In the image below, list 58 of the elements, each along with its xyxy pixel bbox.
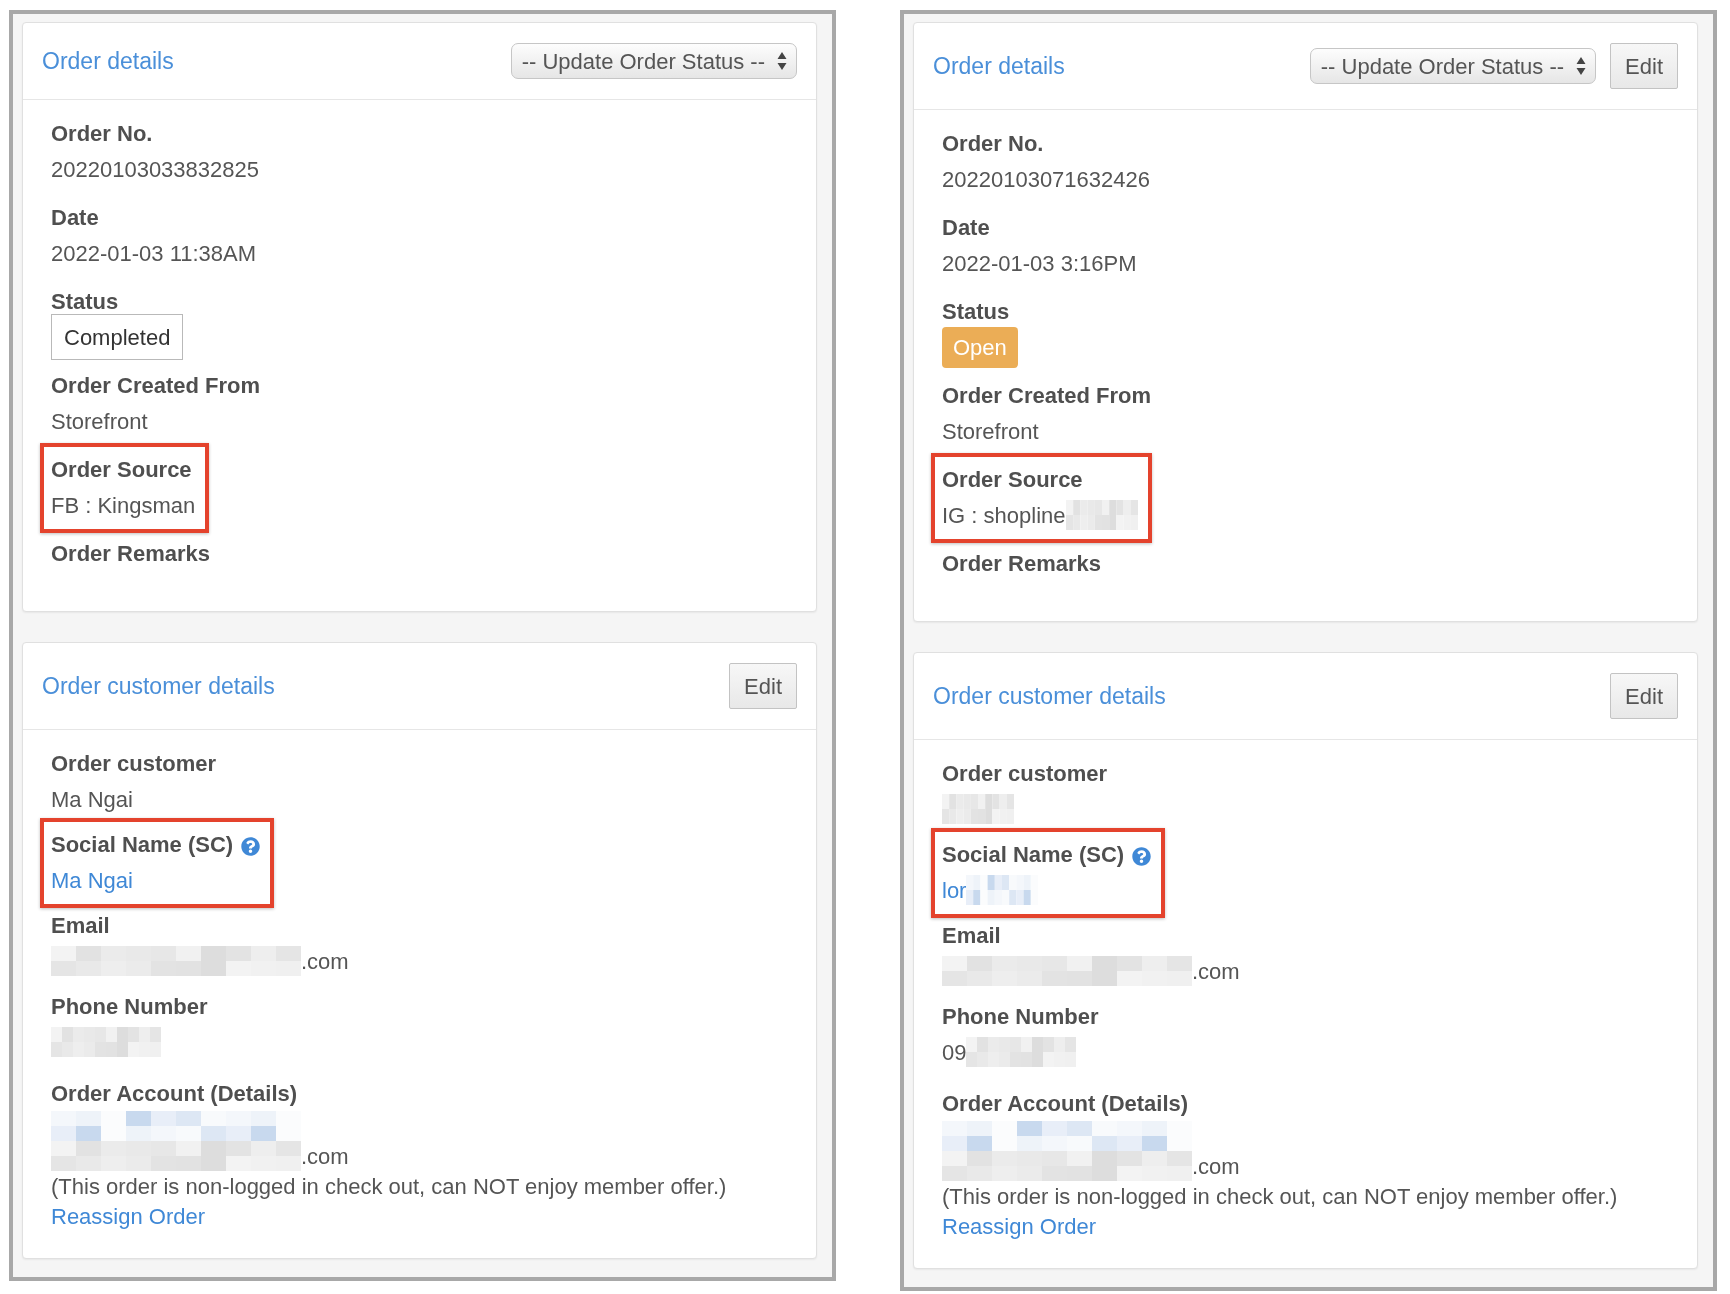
text-link[interactable]: Reassign Order xyxy=(942,1209,1097,1243)
field-value: FB : Kingsman xyxy=(51,491,196,520)
field-value: .com xyxy=(1192,1152,1240,1181)
card-title: Order customer details xyxy=(42,671,275,701)
field-label: Order Account (Details) xyxy=(51,1079,298,1108)
field-label: Order Created From xyxy=(51,371,261,400)
edit-button[interactable]: Edit xyxy=(729,663,797,709)
field-label: Phone Number xyxy=(51,992,208,1021)
card-title: Order details xyxy=(42,46,174,76)
edit-button[interactable]: Edit xyxy=(1610,43,1678,89)
field-label: Status xyxy=(51,287,119,316)
text-link[interactable]: Ma Ngai xyxy=(51,863,133,897)
status-badge: Completed xyxy=(51,314,184,360)
updown-caret-icon xyxy=(1576,56,1587,76)
field-value: 2022-01-03 11:38AM xyxy=(51,239,257,268)
updown-caret-icon xyxy=(777,51,787,71)
field-label: Order Source xyxy=(942,465,1083,494)
field-value: .com xyxy=(1192,957,1240,986)
field-value: 2022-01-03 3:16PM xyxy=(942,249,1137,278)
text-link[interactable]: Reassign Order xyxy=(51,1199,206,1233)
field-label: Order Account (Details) xyxy=(942,1089,1189,1118)
field-value: 20220103033832825 xyxy=(51,155,259,184)
field-label: Order Remarks xyxy=(51,539,210,568)
field-label: Email xyxy=(51,911,110,940)
field-value: Ma Ngai xyxy=(51,785,133,814)
field-label: Date xyxy=(51,203,99,232)
field-value: (This order is non-logged in check out, can NOT enjoy member offer.) xyxy=(942,1182,1618,1211)
card-title: Order customer details xyxy=(933,681,1166,711)
edit-button[interactable]: Edit xyxy=(1610,673,1678,719)
help-icon[interactable] xyxy=(1132,846,1152,866)
text-link[interactable]: lor xyxy=(942,873,967,907)
field-value: 20220103071632426 xyxy=(942,165,1150,194)
field-label: Order No. xyxy=(942,129,1044,158)
status-select[interactable]: -- Update Order Status -- xyxy=(510,43,797,79)
field-label: Order customer xyxy=(942,759,1108,788)
field-value: .com xyxy=(301,1142,349,1171)
field-label: Social Name (SC) xyxy=(51,830,234,859)
field-value: 09 xyxy=(942,1038,967,1067)
field-label: Social Name (SC) xyxy=(942,840,1125,869)
field-value: Storefront xyxy=(51,407,148,436)
status-select[interactable]: -- Update Order Status -- xyxy=(1309,48,1597,84)
field-label: Order Created From xyxy=(942,381,1152,410)
field-label: Order Remarks xyxy=(942,549,1101,578)
field-value: (This order is non-logged in check out, can NOT enjoy member offer.) xyxy=(51,1172,727,1201)
field-value: .com xyxy=(301,947,349,976)
field-value: Storefront xyxy=(942,417,1039,446)
redacted-mosaic xyxy=(942,794,1014,824)
field-label: Order customer xyxy=(51,749,217,778)
field-value: IG : shopline xyxy=(942,501,1066,530)
field-label: Phone Number xyxy=(942,1002,1099,1031)
help-icon[interactable] xyxy=(241,836,261,856)
field-label: Order No. xyxy=(51,119,153,148)
field-label: Email xyxy=(942,921,1001,950)
field-label: Status xyxy=(942,297,1010,326)
card-title: Order details xyxy=(933,51,1065,81)
field-label: Order Source xyxy=(51,455,192,484)
field-label: Date xyxy=(942,213,990,242)
status-badge: Open xyxy=(942,326,1018,368)
